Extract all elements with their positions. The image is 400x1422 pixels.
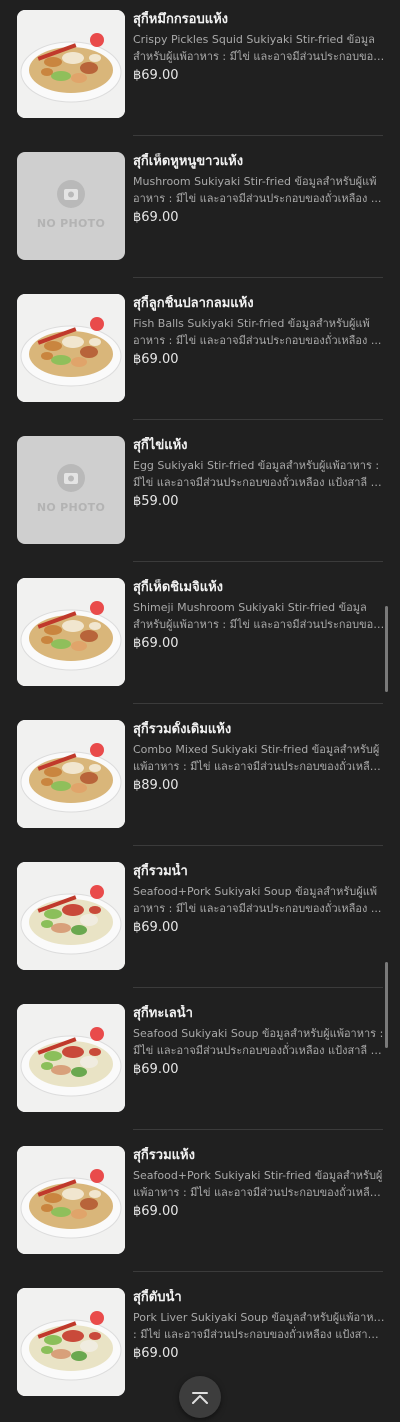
menu-item-text: สุกี้หมึกกรอบแห้ง Crispy Pickles Squid Su… xyxy=(133,11,385,85)
menu-item-description-line-1: Pork Liver Sukiyaki Soup ข้อมูลสำหรับผู้… xyxy=(133,1311,385,1324)
menu-item-price: ฿69.00 xyxy=(133,1346,179,1361)
menu-item-text: สุกี้ตับน้ำ Pork Liver Sukiyaki Soup ข้อม… xyxy=(133,1289,385,1363)
food-photo xyxy=(17,294,125,402)
camera-icon xyxy=(57,180,85,208)
menu-item[interactable]: สุกี้รวมดั้งเดิมแห้ง Combo Mixed Sukiyaki… xyxy=(0,710,400,852)
menu-item-thumbnail[interactable]: NO PHOTO xyxy=(17,436,125,544)
menu-item-description-line-2: สำหรับผู้แพ้อาหาร : มีไข่ และอาจมีส่วนปร… xyxy=(133,618,385,631)
menu-item-text: สุกี้ทะเลน้ำ Seafood Sukiyaki Soup ข้อมูล… xyxy=(133,1005,385,1079)
menu-item[interactable]: สุกี้ลูกชิ้นปลากลมแห้ง Fish Balls Sukiyak… xyxy=(0,284,400,426)
no-photo-label: NO PHOTO xyxy=(36,501,106,514)
menu-item-price: ฿69.00 xyxy=(133,210,179,225)
no-photo-placeholder: NO PHOTO xyxy=(17,436,125,544)
menu-item-name: สุกี้เห็ดหูหนูขาวแห้ง xyxy=(133,154,244,169)
scrollbar-thumb-1[interactable] xyxy=(385,606,388,692)
menu-item-thumbnail[interactable]: NO PHOTO xyxy=(17,152,125,260)
menu-item-thumbnail[interactable] xyxy=(17,862,125,970)
menu-item-name: สุกี้เห็ดชิเมจิแห้ง xyxy=(133,580,224,595)
menu-item-text: สุกี้เห็ดชิเมจิแห้ง Shimeji Mushroom Suki… xyxy=(133,579,385,653)
menu-item-text: สุกี้เห็ดหูหนูขาวแห้ง Mushroom Sukiyaki S… xyxy=(133,153,385,227)
item-divider xyxy=(133,703,383,704)
item-divider xyxy=(133,135,383,136)
item-divider xyxy=(133,277,383,278)
menu-item-thumbnail[interactable] xyxy=(17,578,125,686)
menu-item-description-line-1: Seafood+Pork Sukiyaki Stir-fried ข้อมูลส… xyxy=(133,1169,383,1182)
menu-item-price: ฿69.00 xyxy=(133,352,179,367)
item-divider xyxy=(133,987,383,988)
scrollbar-thumb-2[interactable] xyxy=(385,962,388,1048)
menu-item-text: สุกี้รวมแห้ง Seafood+Pork Sukiyaki Stir-f… xyxy=(133,1147,385,1221)
menu-item-name: สุกี้ตับน้ำ xyxy=(133,1290,182,1305)
menu-item-thumbnail[interactable] xyxy=(17,10,125,118)
menu-item-text: สุกี้ลูกชิ้นปลากลมแห้ง Fish Balls Sukiyak… xyxy=(133,295,385,369)
menu-item-price: ฿59.00 xyxy=(133,494,179,509)
menu-item-thumbnail[interactable] xyxy=(17,720,125,828)
menu-item[interactable]: NO PHOTO สุกี้ไข่แห้ง Egg Sukiyaki Stir-fr… xyxy=(0,426,400,568)
menu-item-name: สุกี้ลูกชิ้นปลากลมแห้ง xyxy=(133,296,254,311)
item-divider xyxy=(133,1271,383,1272)
item-divider xyxy=(133,1129,383,1130)
menu-item[interactable]: สุกี้รวมน้ำ Seafood+Pork Sukiyaki Soup ข้… xyxy=(0,852,400,994)
food-photo xyxy=(17,1004,125,1112)
menu-item-description-line-1: Fish Balls Sukiyaki Stir-fried ข้อมูลสำห… xyxy=(133,317,370,330)
menu-item-text: สุกี้ไข่แห้ง Egg Sukiyaki Stir-fried ข้อม… xyxy=(133,437,385,511)
menu-list: สุกี้หมึกกรอบแห้ง Crispy Pickles Squid Su… xyxy=(0,0,400,1414)
no-photo-placeholder: NO PHOTO xyxy=(17,152,125,260)
menu-item-price: ฿69.00 xyxy=(133,920,179,935)
menu-item-description-line-2: มีไข่ และอาจมีส่วนประกอบของถั่วเหลือง แป… xyxy=(133,1044,385,1057)
menu-item[interactable]: สุกี้รวมแห้ง Seafood+Pork Sukiyaki Stir-f… xyxy=(0,1136,400,1278)
menu-item-text: สุกี้รวมน้ำ Seafood+Pork Sukiyaki Soup ข้… xyxy=(133,863,385,937)
food-photo xyxy=(17,1288,125,1396)
menu-item-name: สุกี้รวมดั้งเดิมแห้ง xyxy=(133,722,232,737)
menu-item-description-line-2: อาหาร : มีไข่ และอาจมีส่วนประกอบของถั่วเ… xyxy=(133,192,382,205)
camera-icon xyxy=(57,464,85,492)
menu-item-description-line-1: Combo Mixed Sukiyaki Stir-fried ข้อมูลสำ… xyxy=(133,743,380,756)
menu-item[interactable]: NO PHOTO สุกี้เห็ดหูหนูขาวแห้ง Mushroom Su… xyxy=(0,142,400,284)
item-divider xyxy=(133,419,383,420)
menu-item-description-line-2: อาหาร : มีไข่ และอาจมีส่วนประกอบของถั่วเ… xyxy=(133,902,382,915)
menu-item-description-line-1: Egg Sukiyaki Stir-fried ข้อมูลสำหรับผู้แ… xyxy=(133,459,380,472)
food-photo xyxy=(17,720,125,828)
menu-item-description-line-1: Seafood Sukiyaki Soup ข้อมูลสำหรับผู้แพ้… xyxy=(133,1027,384,1040)
chevron-up-icon xyxy=(192,1392,208,1404)
menu-item[interactable]: สุกี้เห็ดชิเมจิแห้ง Shimeji Mushroom Suki… xyxy=(0,568,400,710)
food-photo xyxy=(17,578,125,686)
menu-item-description-line-1: Shimeji Mushroom Sukiyaki Stir-fried ข้อ… xyxy=(133,601,367,614)
menu-item-description-line-1: Crispy Pickles Squid Sukiyaki Stir-fried… xyxy=(133,33,375,46)
menu-item-thumbnail[interactable] xyxy=(17,1288,125,1396)
menu-item-description-line-2: แพ้อาหาร : มีไข่ และอาจมีส่วนประกอบของถั… xyxy=(133,760,385,773)
menu-item-description-line-2: แพ้อาหาร : มีไข่ และอาจมีส่วนประกอบของถั… xyxy=(133,1186,385,1199)
menu-item-price: ฿69.00 xyxy=(133,1062,179,1077)
item-divider xyxy=(133,561,383,562)
menu-item-description-line-2: : มีไข่ และอาจมีส่วนประกอบของถั่วเหลือง … xyxy=(133,1328,385,1341)
scroll-to-top-button[interactable] xyxy=(179,1376,221,1418)
food-photo xyxy=(17,1146,125,1254)
menu-item-text: สุกี้รวมดั้งเดิมแห้ง Combo Mixed Sukiyaki… xyxy=(133,721,385,795)
menu-item[interactable]: สุกี้หมึกกรอบแห้ง Crispy Pickles Squid Su… xyxy=(0,0,400,142)
menu-item-description-line-2: สำหรับผู้แพ้อาหาร : มีไข่ และอาจมีส่วนปร… xyxy=(133,50,385,63)
menu-item-price: ฿89.00 xyxy=(133,778,179,793)
menu-item-price: ฿69.00 xyxy=(133,636,179,651)
menu-item-name: สุกี้ทะเลน้ำ xyxy=(133,1006,193,1021)
menu-item-name: สุกี้ไข่แห้ง xyxy=(133,438,188,453)
menu-item-description-line-2: อาหาร : มีไข่ และอาจมีส่วนประกอบของถั่วเ… xyxy=(133,334,382,347)
menu-item[interactable]: สุกี้ทะเลน้ำ Seafood Sukiyaki Soup ข้อมูล… xyxy=(0,994,400,1136)
menu-item-name: สุกี้รวมน้ำ xyxy=(133,864,188,879)
item-divider xyxy=(133,845,383,846)
menu-item-thumbnail[interactable] xyxy=(17,294,125,402)
food-photo xyxy=(17,10,125,118)
menu-item-description-line-1: Mushroom Sukiyaki Stir-fried ข้อมูลสำหรั… xyxy=(133,175,377,188)
menu-item-description-line-2: มีไข่ และอาจมีส่วนประกอบของถั่วเหลือง แป… xyxy=(133,476,385,489)
menu-item-description-line-1: Seafood+Pork Sukiyaki Soup ข้อมูลสำหรับผ… xyxy=(133,885,378,898)
menu-item-name: สุกี้หมึกกรอบแห้ง xyxy=(133,12,229,27)
menu-item-thumbnail[interactable] xyxy=(17,1004,125,1112)
food-photo xyxy=(17,862,125,970)
menu-item-price: ฿69.00 xyxy=(133,68,179,83)
no-photo-label: NO PHOTO xyxy=(36,217,106,230)
menu-item-name: สุกี้รวมแห้ง xyxy=(133,1148,195,1163)
menu-item-price: ฿69.00 xyxy=(133,1204,179,1219)
menu-item-thumbnail[interactable] xyxy=(17,1146,125,1254)
